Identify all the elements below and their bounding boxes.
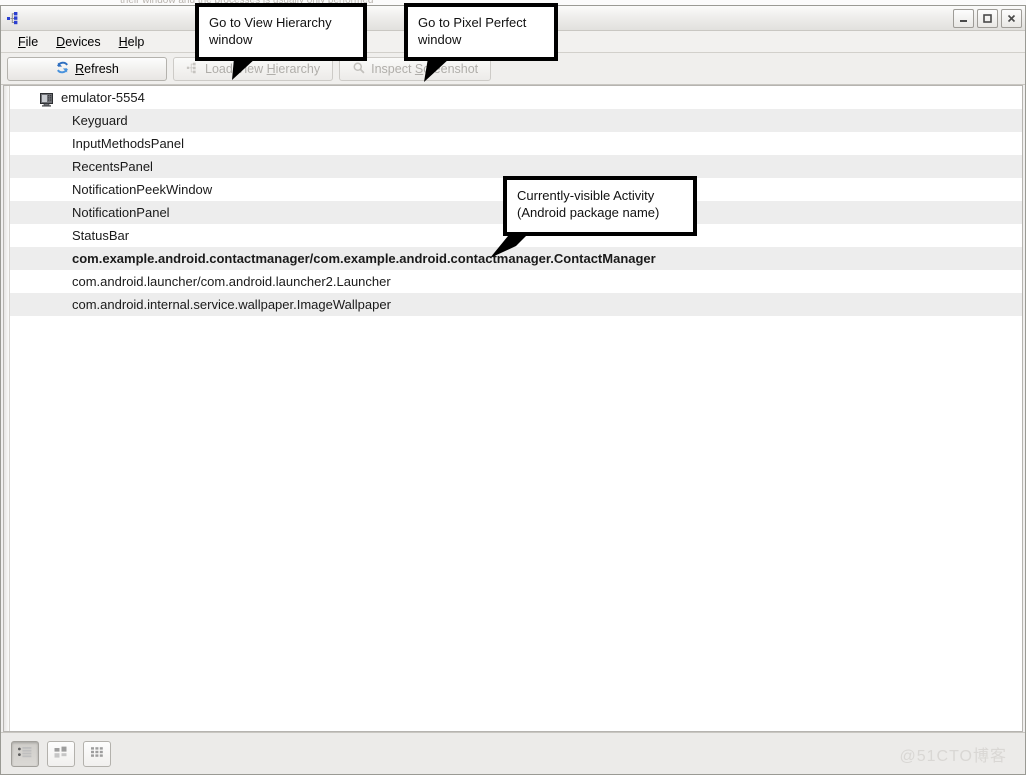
callout-view-hierarchy-line-2: window: [209, 31, 353, 48]
device-label: emulator-5554: [61, 86, 145, 109]
device-monitor-icon: [40, 91, 55, 105]
menu-help[interactable]: Help: [110, 33, 154, 51]
callout-pixel-perfect-line-1: Go to Pixel Perfect: [418, 14, 544, 31]
grid-view-icon: [89, 745, 105, 762]
callout-pixel-perfect: Go to Pixel Perfect window: [404, 3, 558, 61]
tree-scrollbar-thumb[interactable]: [4, 86, 9, 731]
callout-current-activity-tail: [490, 232, 570, 266]
list-view-icon: [17, 745, 33, 762]
menu-file[interactable]: File: [9, 33, 47, 51]
tree-scrollbar[interactable]: [4, 86, 10, 731]
tree-node-window[interactable]: com.android.internal.service.wallpaper.I…: [10, 293, 1022, 316]
maximize-icon[interactable]: [977, 9, 998, 28]
refresh-label: Refresh: [75, 62, 119, 76]
callout-current-activity-line-2: (Android package name): [517, 204, 683, 221]
minimize-icon[interactable]: [953, 9, 974, 28]
window-controls: [953, 9, 1022, 28]
menu-devices-rest: evices: [65, 35, 100, 49]
refresh-button[interactable]: Refresh: [7, 57, 167, 81]
menu-devices[interactable]: Devices: [47, 33, 109, 51]
callout-pixel-perfect-line-2: window: [418, 31, 544, 48]
grid-view-button[interactable]: [83, 741, 111, 767]
hierarchy-viewer-window: File Devices Help Refresh: [0, 5, 1026, 775]
hierarchy-viewer-icon: [5, 9, 23, 27]
callout-view-hierarchy-line-1: Go to View Hierarchy: [209, 14, 353, 31]
close-icon[interactable]: [1001, 9, 1022, 28]
tree-node-window[interactable]: InputMethodsPanel: [10, 132, 1022, 155]
tree-node-device[interactable]: emulator-5554: [10, 86, 1022, 109]
watermark: @51CTO博客: [899, 742, 1017, 766]
callout-current-activity-line-1: Currently-visible Activity: [517, 187, 683, 204]
callout-view-hierarchy: Go to View Hierarchy window: [195, 3, 367, 61]
callout-pixel-perfect-tail: [404, 58, 464, 84]
refresh-icon: [55, 60, 70, 78]
chevron-down-icon[interactable]: [18, 90, 34, 106]
callout-view-hierarchy-tail: [212, 58, 272, 82]
detail-view-button[interactable]: [47, 741, 75, 767]
hierarchy-icon: [186, 61, 200, 78]
detail-view-icon: [53, 745, 69, 762]
magnifier-icon: [352, 61, 366, 78]
view-mode-bar: @51CTO博客: [1, 732, 1025, 774]
list-view-button[interactable]: [11, 741, 39, 767]
tree-node-window[interactable]: RecentsPanel: [10, 155, 1022, 178]
menu-file-rest: ile: [26, 35, 39, 49]
tree-node-window[interactable]: com.android.launcher/com.android.launche…: [10, 270, 1022, 293]
menu-help-rest: elp: [128, 35, 145, 49]
callout-current-activity: Currently-visible Activity (Android pack…: [503, 176, 697, 236]
tree-node-window[interactable]: Keyguard: [10, 109, 1022, 132]
